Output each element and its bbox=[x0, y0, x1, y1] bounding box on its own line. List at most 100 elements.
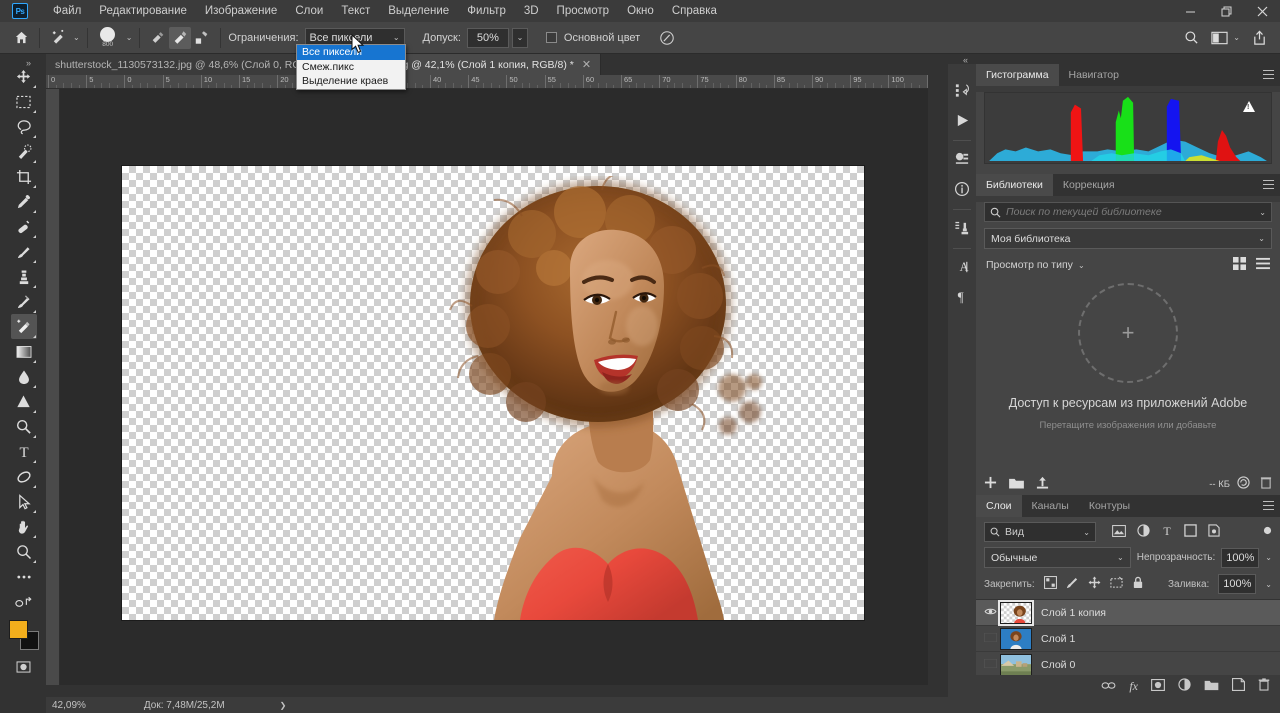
upload-icon[interactable] bbox=[1036, 476, 1049, 492]
tolerance-stepper[interactable]: ⌄ bbox=[511, 27, 528, 48]
history-brush-tool[interactable] bbox=[11, 289, 37, 314]
library-view-label[interactable]: Просмотр по типу bbox=[986, 259, 1073, 271]
mode-subtract-button[interactable] bbox=[191, 27, 213, 49]
library-search-row[interactable]: Поиск по текущей библиотеке ⌄ bbox=[984, 202, 1272, 222]
dodge-tool[interactable] bbox=[11, 389, 37, 414]
tab-libraries[interactable]: Библиотеки bbox=[976, 174, 1053, 196]
document-tab-1[interactable]: shutterstock_1130573132.jpg @ 48,6% (Сло… bbox=[46, 54, 330, 75]
opacity-stepper-icon[interactable]: ⌄ bbox=[1265, 553, 1272, 562]
brush-tool[interactable] bbox=[11, 239, 37, 264]
fill-stepper-icon[interactable]: ⌄ bbox=[1265, 580, 1272, 589]
info-icon[interactable] bbox=[950, 177, 974, 201]
edit-toolbar-icon[interactable] bbox=[11, 589, 37, 614]
lock-artboard-icon[interactable] bbox=[1110, 576, 1123, 592]
clone-stamp-tool[interactable] bbox=[11, 264, 37, 289]
plus-icon[interactable] bbox=[984, 476, 997, 492]
menu-item-3d[interactable]: 3D bbox=[515, 2, 548, 20]
type-filter-icon[interactable]: T bbox=[1161, 524, 1173, 540]
opacity-value[interactable]: 100% bbox=[1221, 547, 1260, 568]
menu-item-view[interactable]: Просмотр bbox=[548, 2, 619, 20]
gradient-tool[interactable] bbox=[11, 339, 37, 364]
layer-row-1[interactable]: Слой 1 bbox=[976, 626, 1280, 652]
tab-adjustments[interactable]: Коррекция bbox=[1053, 174, 1125, 196]
artboard[interactable] bbox=[122, 166, 864, 620]
layer-thumbnail[interactable] bbox=[998, 599, 1034, 626]
shape-filter-icon[interactable] bbox=[1184, 524, 1197, 540]
share-icon[interactable] bbox=[1248, 27, 1270, 49]
filter-toggle-icon[interactable] bbox=[1263, 526, 1272, 538]
home-icon[interactable] bbox=[10, 27, 32, 49]
menu-item-file[interactable]: Файл bbox=[44, 2, 90, 20]
history-icon[interactable] bbox=[950, 78, 974, 102]
tablet-pressure-icon[interactable] bbox=[656, 27, 678, 49]
dropdown-option-2[interactable]: Выделение краев bbox=[297, 74, 405, 89]
blend-mode-dropdown[interactable]: Обычные ⌄ bbox=[984, 547, 1131, 568]
layer-name[interactable]: Слой 1 bbox=[1041, 633, 1075, 645]
panel-menu-icon[interactable] bbox=[1263, 501, 1274, 510]
tool-preset-caret-icon[interactable]: ⌄ bbox=[73, 33, 80, 42]
menu-item-window[interactable]: Окно bbox=[618, 2, 663, 20]
menu-item-filter[interactable]: Фильтр bbox=[458, 2, 515, 20]
pen-tool[interactable] bbox=[11, 414, 37, 439]
direct-selection-tool[interactable] bbox=[11, 489, 37, 514]
zoom-tool[interactable] bbox=[11, 539, 37, 564]
more-tools-icon[interactable] bbox=[11, 564, 37, 589]
sync-icon[interactable] bbox=[1237, 476, 1250, 492]
panel-menu-icon[interactable] bbox=[1263, 70, 1274, 79]
dropdown-option-0[interactable]: Все пиксели bbox=[297, 45, 405, 60]
tab-navigator[interactable]: Навигатор bbox=[1059, 64, 1129, 86]
layer-name[interactable]: Слой 1 копия bbox=[1041, 607, 1106, 619]
add-asset-dropzone[interactable]: + bbox=[1078, 283, 1178, 383]
primary-color-checkbox[interactable] bbox=[545, 32, 557, 43]
color-swatches[interactable] bbox=[8, 620, 39, 650]
canvas-area[interactable] bbox=[60, 89, 928, 685]
paragraph-icon[interactable]: ¶ bbox=[950, 285, 974, 309]
path-selection-tool[interactable] bbox=[11, 464, 37, 489]
lock-pixels-icon[interactable] bbox=[1066, 576, 1079, 592]
zoom-level[interactable]: 42,09% bbox=[52, 700, 86, 711]
adjustment-filter-icon[interactable] bbox=[1137, 524, 1150, 540]
workspace-caret-icon[interactable]: ⌄ bbox=[1233, 33, 1240, 42]
hand-tool[interactable] bbox=[11, 514, 37, 539]
quick-selection-tool[interactable] bbox=[11, 139, 37, 164]
chevron-down-icon[interactable]: ⌄ bbox=[1259, 208, 1266, 217]
chevron-down-icon[interactable]: ⌄ bbox=[1078, 261, 1085, 270]
move-tool[interactable] bbox=[11, 64, 37, 89]
quick-mask-icon[interactable] bbox=[11, 654, 37, 679]
delete-icon[interactable] bbox=[1258, 678, 1270, 694]
eye-icon[interactable] bbox=[980, 632, 1000, 645]
tolerance-value[interactable]: 50% bbox=[466, 27, 509, 48]
fill-value[interactable]: 100% bbox=[1218, 574, 1257, 594]
list-view-icon[interactable] bbox=[1256, 257, 1270, 273]
limits-dropdown-list[interactable]: Все пиксели Смеж.пикс Выделение краев bbox=[296, 44, 406, 90]
lock-position-icon[interactable] bbox=[1088, 576, 1101, 592]
adjustments-icon[interactable] bbox=[950, 147, 974, 171]
actions-play-icon[interactable] bbox=[950, 108, 974, 132]
mask-icon[interactable] bbox=[1151, 678, 1165, 694]
tab-histogram[interactable]: Гистограмма bbox=[976, 64, 1059, 86]
new-layer-icon[interactable] bbox=[1232, 678, 1245, 694]
crop-tool[interactable] bbox=[11, 164, 37, 189]
layer-row-0[interactable]: Слой 1 копия bbox=[976, 599, 1280, 626]
restore-button[interactable] bbox=[1208, 0, 1244, 22]
layer-name[interactable]: Слой 0 bbox=[1041, 659, 1075, 671]
lasso-tool[interactable] bbox=[11, 114, 37, 139]
mode-new-button[interactable] bbox=[147, 27, 169, 49]
menu-item-help[interactable]: Справка bbox=[663, 2, 726, 20]
group-icon[interactable] bbox=[1204, 679, 1219, 694]
menu-item-select[interactable]: Выделение bbox=[379, 2, 458, 20]
close-button[interactable] bbox=[1244, 0, 1280, 22]
library-selector[interactable]: Моя библиотека ⌄ bbox=[984, 228, 1272, 249]
status-expand-icon[interactable]: ❯ bbox=[280, 701, 287, 710]
lock-transparency-icon[interactable] bbox=[1043, 576, 1057, 592]
fx-icon[interactable]: fx bbox=[1129, 679, 1138, 694]
brush-size-preview[interactable]: 800 bbox=[95, 26, 121, 50]
mode-add-button[interactable] bbox=[169, 26, 192, 49]
warning-icon[interactable] bbox=[1243, 101, 1255, 112]
menu-item-edit[interactable]: Редактирование bbox=[90, 2, 196, 20]
healing-brush-tool[interactable] bbox=[11, 214, 37, 239]
menu-item-image[interactable]: Изображение bbox=[196, 2, 286, 20]
lock-all-icon[interactable] bbox=[1132, 576, 1144, 592]
grid-view-icon[interactable] bbox=[1233, 257, 1246, 273]
clone-source-icon[interactable] bbox=[950, 216, 974, 240]
